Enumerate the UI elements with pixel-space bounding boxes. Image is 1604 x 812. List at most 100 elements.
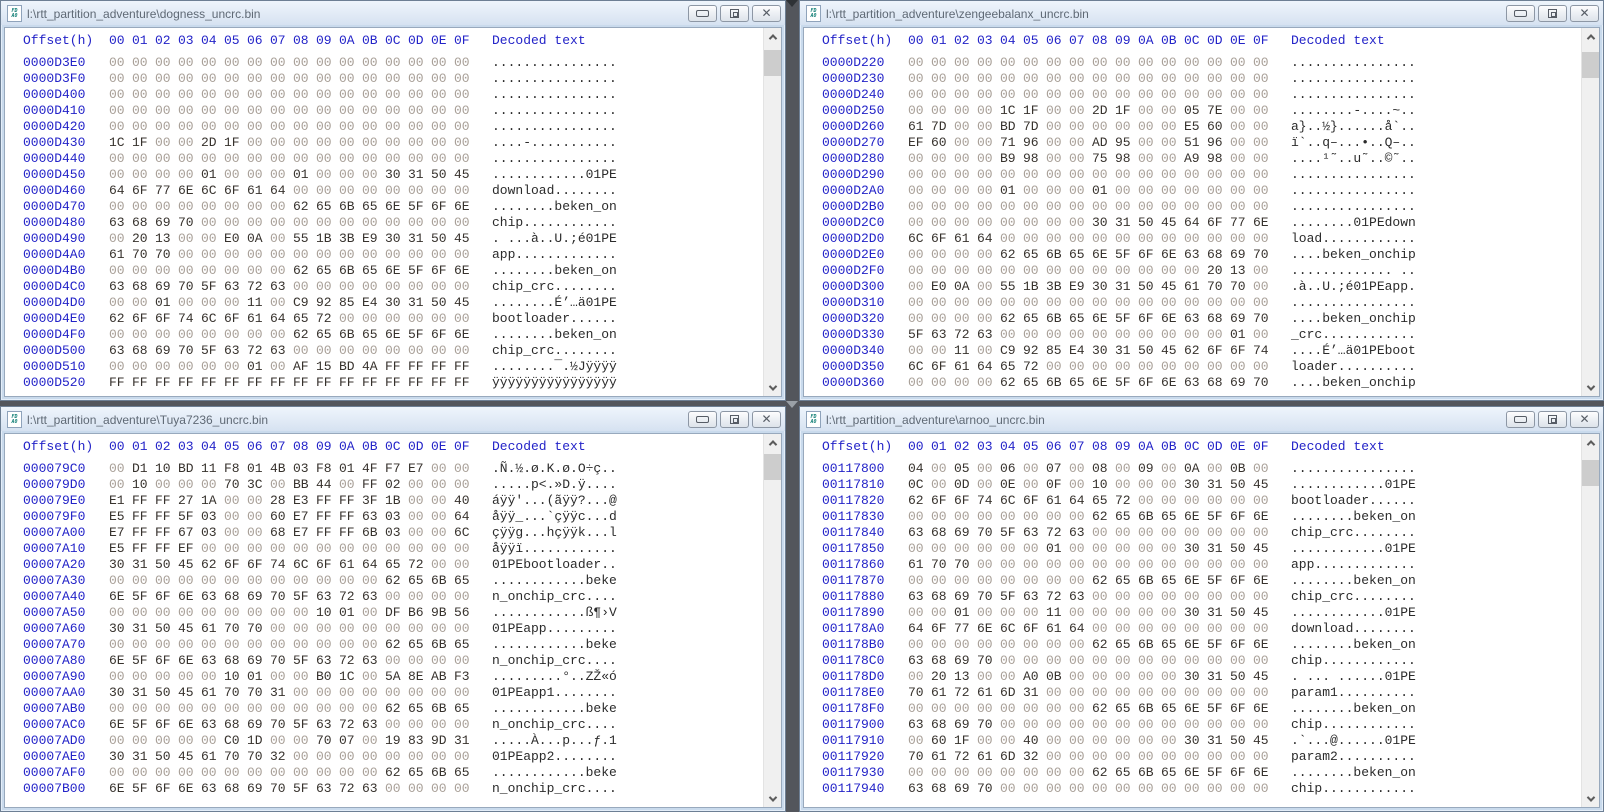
- hex-byte[interactable]: 00: [385, 279, 408, 295]
- hex-byte[interactable]: 5F: [201, 343, 224, 359]
- hex-byte[interactable]: 00: [1023, 557, 1046, 573]
- hex-byte[interactable]: 00: [1046, 199, 1069, 215]
- hex-byte[interactable]: 00: [1138, 327, 1161, 343]
- hex-byte[interactable]: 00: [247, 135, 270, 151]
- hex-byte[interactable]: 00: [362, 669, 385, 685]
- hex-byte[interactable]: 00: [201, 199, 224, 215]
- hex-byte[interactable]: 00: [1092, 749, 1115, 765]
- hex-byte[interactable]: 03: [201, 525, 224, 541]
- hex-byte[interactable]: 00: [270, 119, 293, 135]
- hex-byte[interactable]: 00: [977, 55, 1000, 71]
- hex-byte[interactable]: 70: [247, 621, 270, 637]
- hex-byte[interactable]: 00: [1000, 637, 1023, 653]
- hex-byte[interactable]: 00: [454, 87, 477, 103]
- hex-byte[interactable]: 00: [1184, 71, 1207, 87]
- vertical-scrollbar[interactable]: [763, 434, 781, 807]
- hex-byte[interactable]: 00: [109, 733, 132, 749]
- hex-byte[interactable]: 00: [270, 263, 293, 279]
- hex-byte[interactable]: 65: [1161, 637, 1184, 653]
- hex-byte[interactable]: 68: [1207, 311, 1230, 327]
- hex-byte[interactable]: 00: [247, 509, 270, 525]
- hex-byte[interactable]: 00: [931, 701, 954, 717]
- hex-byte[interactable]: 00: [1000, 263, 1023, 279]
- hex-byte[interactable]: 00: [431, 509, 454, 525]
- decoded-text[interactable]: ............01PE: [1291, 605, 1416, 621]
- hex-byte[interactable]: 00: [385, 247, 408, 263]
- hex-byte[interactable]: 00: [931, 573, 954, 589]
- hex-byte[interactable]: 00: [431, 589, 454, 605]
- hex-byte[interactable]: 00: [339, 343, 362, 359]
- hex-byte[interactable]: 00: [977, 375, 1000, 391]
- hex-byte[interactable]: 6F: [931, 359, 954, 375]
- hex-byte[interactable]: 00: [201, 119, 224, 135]
- hex-byte[interactable]: 70: [247, 685, 270, 701]
- hex-byte[interactable]: 00: [431, 493, 454, 509]
- hex-byte[interactable]: 70: [908, 685, 931, 701]
- hex-byte[interactable]: 00: [931, 71, 954, 87]
- decoded-text[interactable]: ........01PEdown: [1291, 215, 1416, 231]
- hex-byte[interactable]: 00: [362, 215, 385, 231]
- hex-byte[interactable]: 00: [1138, 493, 1161, 509]
- hex-byte[interactable]: 00: [109, 461, 132, 477]
- hex-byte[interactable]: 00: [1115, 621, 1138, 637]
- hex-byte[interactable]: 00: [247, 199, 270, 215]
- hex-byte[interactable]: 30: [385, 295, 408, 311]
- hex-byte[interactable]: 60: [1207, 119, 1230, 135]
- hex-byte[interactable]: 6C: [201, 183, 224, 199]
- hex-byte[interactable]: 6F: [316, 557, 339, 573]
- hex-byte[interactable]: 63: [931, 327, 954, 343]
- hex-byte[interactable]: 00: [977, 279, 1000, 295]
- scroll-up-arrow[interactable]: [1582, 434, 1599, 451]
- hex-byte[interactable]: 6F: [1207, 343, 1230, 359]
- hex-byte[interactable]: 68: [931, 653, 954, 669]
- hex-byte[interactable]: 77: [954, 621, 977, 637]
- hex-byte[interactable]: 00: [293, 135, 316, 151]
- hex-byte[interactable]: 6C: [1000, 493, 1023, 509]
- hex-byte[interactable]: 00: [1069, 119, 1092, 135]
- hex-byte[interactable]: 00: [201, 247, 224, 263]
- hex-byte[interactable]: 00: [385, 749, 408, 765]
- hex-byte[interactable]: 00: [270, 103, 293, 119]
- hex-byte[interactable]: 00: [908, 509, 931, 525]
- hex-byte[interactable]: 00: [339, 749, 362, 765]
- hex-byte[interactable]: 5F: [1000, 525, 1023, 541]
- hex-byte[interactable]: 6F: [1230, 637, 1253, 653]
- hex-byte[interactable]: 6C: [908, 231, 931, 247]
- hex-byte[interactable]: FF: [155, 375, 178, 391]
- decoded-text[interactable]: ........beken_on: [1291, 765, 1416, 781]
- decoded-text[interactable]: ........beken_on: [1291, 637, 1416, 653]
- hex-byte[interactable]: 00: [1230, 749, 1253, 765]
- hex-byte[interactable]: 70: [247, 749, 270, 765]
- hex-byte[interactable]: 63: [362, 717, 385, 733]
- hex-byte[interactable]: 00: [1092, 231, 1115, 247]
- hex-byte[interactable]: 00: [1207, 493, 1230, 509]
- hex-byte[interactable]: 00: [908, 279, 931, 295]
- hex-byte[interactable]: 70: [1207, 279, 1230, 295]
- hex-byte[interactable]: 00: [977, 199, 1000, 215]
- hex-byte[interactable]: 00: [977, 477, 1000, 493]
- hex-byte[interactable]: 00: [908, 247, 931, 263]
- hex-byte[interactable]: 00: [385, 151, 408, 167]
- hex-byte[interactable]: 00: [109, 573, 132, 589]
- hex-byte[interactable]: 00: [1230, 781, 1253, 797]
- scroll-up-arrow[interactable]: [1582, 28, 1599, 45]
- hex-byte[interactable]: 68: [931, 717, 954, 733]
- hex-byte[interactable]: 6E: [1161, 247, 1184, 263]
- hex-byte[interactable]: 00: [954, 71, 977, 87]
- hex-byte[interactable]: 00: [908, 87, 931, 103]
- hex-byte[interactable]: 00: [1092, 653, 1115, 669]
- hex-byte[interactable]: 00: [293, 55, 316, 71]
- hex-byte[interactable]: 70: [316, 733, 339, 749]
- hex-byte[interactable]: 00: [385, 621, 408, 637]
- hex-byte[interactable]: 00: [1161, 231, 1184, 247]
- hex-byte[interactable]: 5F: [132, 589, 155, 605]
- hex-byte[interactable]: 01: [201, 167, 224, 183]
- decoded-text[interactable]: áÿÿ'...(ãÿÿ?...@: [492, 493, 617, 509]
- hex-byte[interactable]: 6C: [201, 311, 224, 327]
- hex-byte[interactable]: 00: [270, 295, 293, 311]
- hex-byte[interactable]: 00: [1207, 589, 1230, 605]
- hex-byte[interactable]: 00: [339, 765, 362, 781]
- hex-byte[interactable]: 00: [178, 135, 201, 151]
- hex-byte[interactable]: 00: [408, 749, 431, 765]
- hex-byte[interactable]: 00: [1092, 589, 1115, 605]
